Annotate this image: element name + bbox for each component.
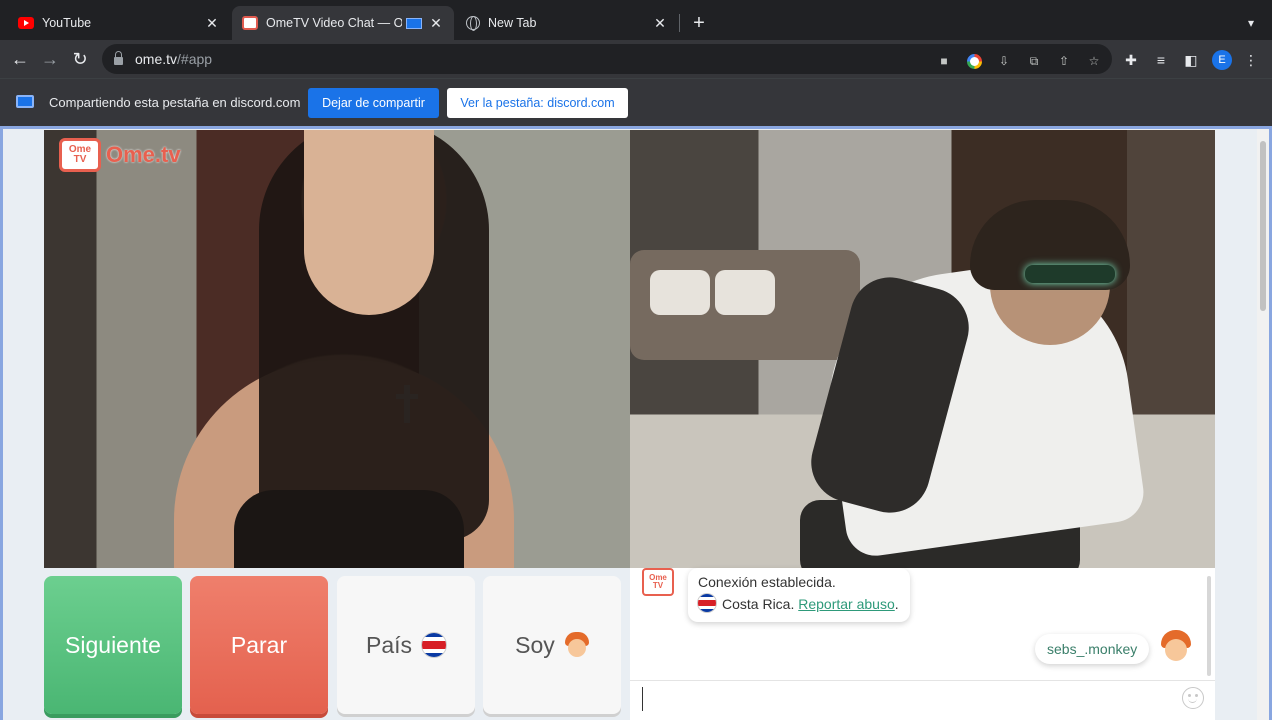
globe-icon (466, 16, 480, 31)
emoji-smiley-icon[interactable] (1182, 687, 1204, 709)
gender-label: Soy (515, 631, 555, 658)
next-button[interactable]: Siguiente (44, 576, 182, 714)
video-figure (715, 270, 775, 315)
video-figure (304, 130, 434, 315)
tab-new-tab[interactable]: New Tab ✕ (456, 6, 678, 40)
view-tab-button[interactable]: Ver la pestaña: discord.com (447, 88, 628, 118)
country-label: País (365, 631, 413, 658)
url-host: ome.tv (135, 51, 178, 67)
ometv-logo-text: Ome.tv (106, 142, 181, 167)
tab-strip: YouTube ✕ OmeTV Video Chat — Ome ✕ New T… (0, 0, 1272, 40)
report-abuse-link[interactable]: Reportar abuso (798, 596, 895, 612)
forward-arrow-icon[interactable]: → (38, 47, 62, 71)
camera-icon[interactable]: ■ (936, 53, 952, 69)
scrollbar-thumb[interactable] (1260, 141, 1266, 311)
side-panel-icon[interactable]: ◧ (1182, 51, 1200, 69)
address-bar[interactable]: ome.tv/#app ■ ⇩ ⧉ ⇧ ☆ (102, 44, 1112, 74)
install-app-icon[interactable]: ⇩ (996, 53, 1012, 69)
page-scrollbar[interactable] (1257, 129, 1269, 720)
ometv-page: Ome TV Ome.tv Siguiente Parar País Soy O… (0, 126, 1272, 720)
ometv-logo: Ome TV Ome.tv (59, 138, 181, 172)
translate-icon[interactable]: ⧉ (1026, 53, 1042, 69)
screen-share-icon (16, 95, 34, 108)
share-message: Compartiendo esta pestaña en discord.com (49, 95, 301, 110)
stop-sharing-button[interactable]: Dejar de compartir (308, 88, 439, 118)
local-video: Ome TV Ome.tv (44, 130, 630, 568)
google-lens-icon[interactable] (966, 53, 982, 69)
reload-icon[interactable]: ↻ (68, 47, 92, 71)
ometv-icon (242, 16, 258, 30)
gender-button[interactable]: Soy (483, 576, 621, 714)
tab-title: YouTube (42, 16, 92, 30)
stop-button[interactable]: Parar (190, 576, 328, 714)
partner-avatar-icon (1160, 630, 1192, 664)
stop-label: Parar (230, 631, 288, 658)
partner-country-line: Costa Rica. Reportar abuso. (698, 594, 900, 616)
chat-panel: Ome TV Conexión establecida. Costa Rica.… (630, 568, 1215, 720)
url-path: /#app (177, 51, 213, 67)
browser-toolbar: ← → ↻ ome.tv/#app ■ ⇩ ⧉ ⇧ ☆ ✚ ≡ ◧ E ⋮ (0, 40, 1272, 78)
screen-share-infobar: Compartiendo esta pestaña en discord.com… (0, 78, 1272, 126)
back-arrow-icon[interactable]: ← (8, 47, 32, 71)
partner-username: sebs_.monkey (1035, 634, 1150, 664)
media-queue-icon[interactable]: ≡ (1152, 51, 1170, 69)
youtube-icon (18, 17, 34, 29)
country-button[interactable]: País (337, 576, 475, 714)
chat-scrollbar[interactable] (1207, 576, 1211, 676)
system-message: Conexión establecida. Costa Rica. Report… (688, 568, 910, 622)
ometv-chat-logo: Ome TV (642, 568, 674, 596)
remote-video (630, 130, 1215, 568)
profile-avatar[interactable]: E (1212, 50, 1232, 70)
tab-youtube[interactable]: YouTube ✕ (8, 6, 230, 40)
screen-share-icon (406, 17, 422, 29)
next-label: Siguiente (65, 631, 161, 658)
url-text: ome.tv/#app (135, 51, 212, 67)
bookmark-star-icon[interactable]: ☆ (1086, 53, 1102, 69)
chat-message-input[interactable] (642, 687, 1172, 711)
share-icon[interactable]: ⇧ (1056, 53, 1072, 69)
tab-divider (679, 14, 680, 32)
menu-kebab-icon[interactable]: ⋮ (1242, 51, 1260, 69)
tab-ometv[interactable]: OmeTV Video Chat — Ome ✕ (232, 6, 454, 40)
ometv-logo-box: Ome TV (59, 138, 101, 172)
video-figure (396, 385, 418, 423)
costa-rica-flag-icon (698, 594, 716, 612)
close-icon[interactable]: ✕ (428, 15, 444, 31)
connection-status: Conexión establecida. (698, 574, 836, 590)
new-tab-button[interactable]: + (688, 12, 710, 34)
chat-input-row (630, 680, 1215, 716)
extensions-puzzle-icon[interactable]: ✚ (1122, 51, 1140, 69)
tab-title: OmeTV Video Chat — Ome (266, 16, 402, 30)
video-figure (1025, 265, 1115, 283)
boy-avatar-icon (564, 632, 589, 658)
partner-country: Costa Rica. (722, 596, 795, 612)
tab-title: New Tab (488, 16, 537, 30)
close-icon[interactable]: ✕ (652, 15, 668, 31)
report-suffix: . (894, 596, 899, 612)
close-icon[interactable]: ✕ (204, 15, 220, 31)
lock-icon[interactable] (114, 51, 123, 65)
video-figure (234, 490, 464, 568)
video-figure (650, 270, 710, 315)
costa-rica-flag-icon (422, 633, 447, 657)
tab-search-chevron-icon[interactable]: ▾ (1240, 12, 1262, 34)
